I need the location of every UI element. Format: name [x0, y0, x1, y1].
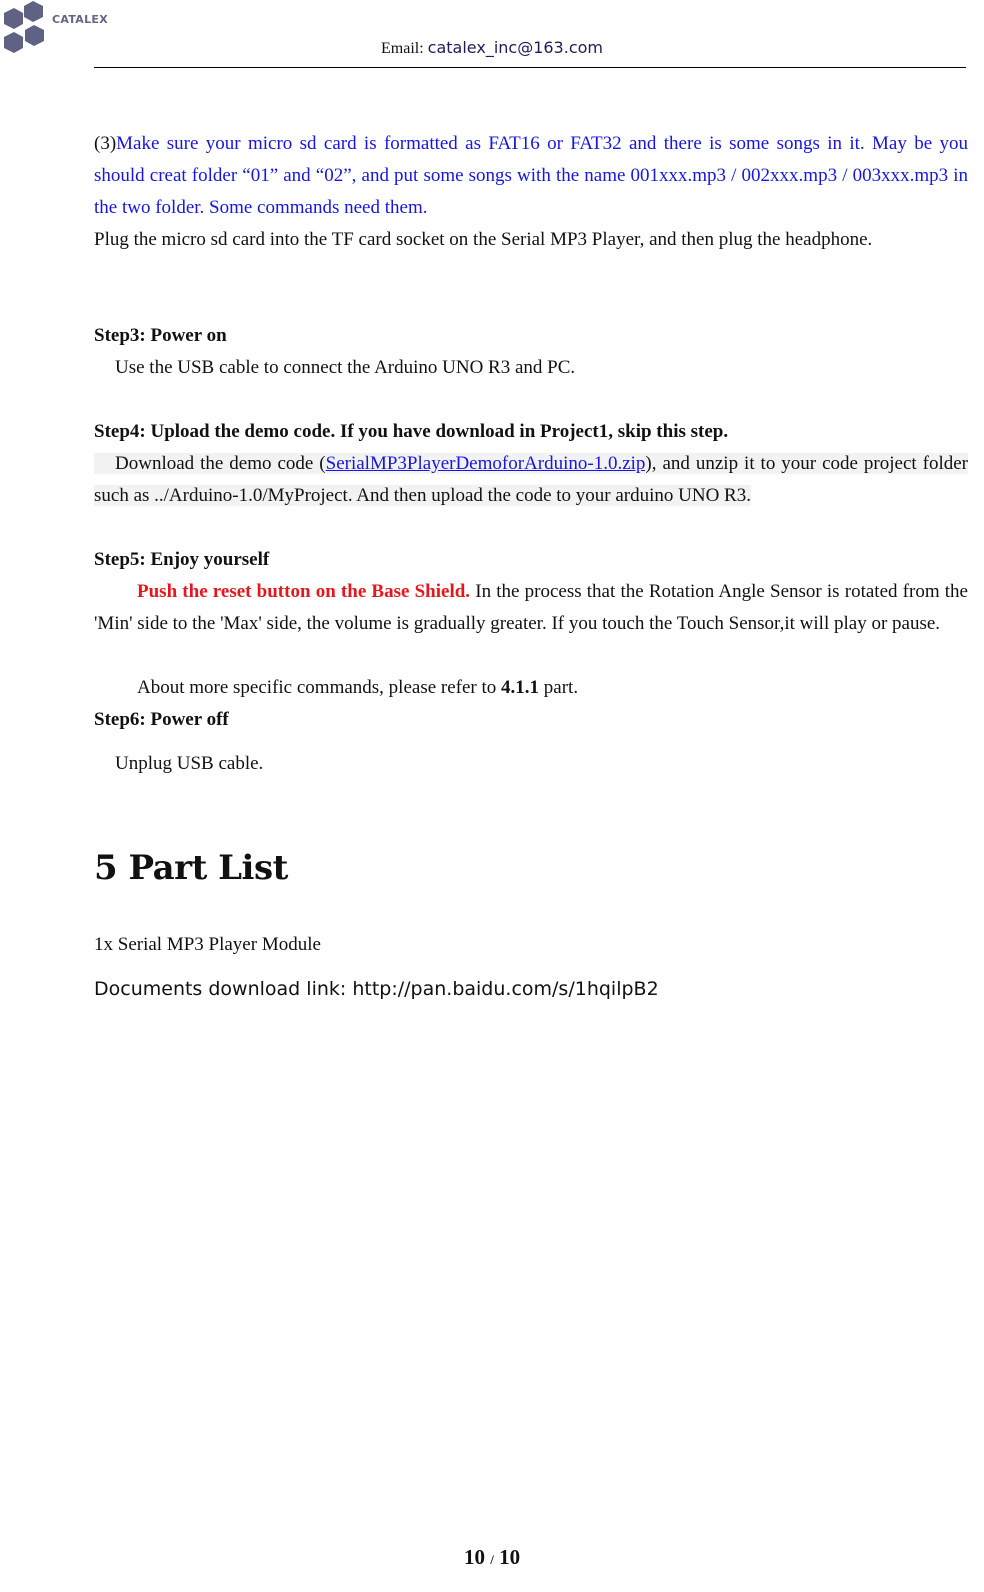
- page-number: 10 / 10: [0, 1545, 984, 1570]
- header-divider: [94, 67, 966, 68]
- step3-heading: Step3: Power on: [94, 325, 227, 346]
- page-separator: /: [490, 1552, 494, 1567]
- step5-heading: Step5: Enjoy yourself: [94, 549, 270, 570]
- step5-more: About more specific commands, please ref…: [94, 672, 984, 704]
- step4-body: Download the demo code (SerialMP3PlayerD…: [94, 448, 968, 512]
- part-list-title: 5 Part List: [94, 848, 288, 888]
- email-label: Email:: [381, 40, 424, 57]
- plug-paragraph: Plug the micro sd card into the TF card …: [94, 229, 873, 250]
- email-value: catalex_inc@163.com: [427, 38, 603, 57]
- step5-more-before: About more specific commands, please ref…: [137, 677, 502, 698]
- logo-text: CATALEX: [52, 13, 108, 26]
- step3-body: Use the USB cable to connect the Arduino…: [115, 357, 576, 378]
- step6-heading: Step6: Power off: [94, 709, 229, 730]
- step5-red-text: Push the reset button on the Base Shield…: [137, 581, 471, 602]
- header-email: Email: catalex_inc@163.com: [0, 38, 984, 58]
- section3-paragraph: (3)Make sure your micro sd card is forma…: [94, 128, 968, 224]
- section-reference: 4.1.1: [501, 677, 540, 698]
- documents-download-link: Documents download link: http://pan.baid…: [94, 978, 659, 1000]
- part-list-item: 1x Serial MP3 Player Module: [94, 934, 321, 955]
- step4-body-before: Download the demo code (: [94, 453, 326, 474]
- step4-heading: Step4: Upload the demo code. If you have…: [94, 421, 729, 442]
- section3-blue-text: Make sure your micro sd card is formatte…: [94, 133, 968, 218]
- demo-code-link[interactable]: SerialMP3PlayerDemoforArduino-1.0.zip: [325, 453, 646, 474]
- section3-prefix: (3): [94, 133, 117, 154]
- page-total: 10: [499, 1545, 521, 1569]
- step5-body: Push the reset button on the Base Shield…: [94, 576, 968, 640]
- page-current: 10: [463, 1545, 485, 1569]
- step6-body: Unplug USB cable.: [115, 753, 264, 774]
- step5-more-after: part.: [539, 677, 579, 698]
